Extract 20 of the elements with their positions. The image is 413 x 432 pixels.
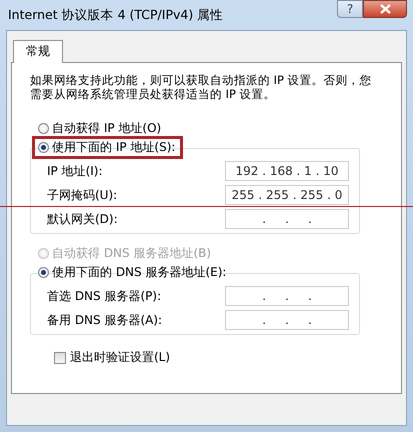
- ip-input-field[interactable]: . . .: [225, 209, 349, 229]
- help-button[interactable]: ?: [337, 0, 363, 18]
- ip-input-field[interactable]: . . .: [225, 310, 349, 330]
- radio-option[interactable]: 使用下面的 IP 地址(S):: [34, 138, 182, 157]
- field-label: 首选 DNS 服务器(P):: [47, 288, 162, 304]
- ip-input-field[interactable]: 192 . 168 . 1 . 10: [225, 161, 349, 181]
- ip-input-field[interactable]: . . .: [225, 286, 349, 306]
- validate-checkbox[interactable]: 退出时验证设置(L): [54, 349, 387, 366]
- radio-option[interactable]: 使用下面的 DNS 服务器地址(E):: [34, 263, 230, 282]
- field-label: 默认网关(D):: [47, 210, 118, 228]
- description-text: 如果网络支持此功能，则可以获取自动指派的 IP 设置。否则，您需要从网络系统管理员处获得适当的 IP 设置。: [30, 73, 373, 101]
- window-title: Internet 协议版本 4 (TCP/IPv4) 属性: [7, 6, 224, 24]
- tab[interactable]: 常规: [13, 40, 63, 63]
- close-button[interactable]: [363, 0, 407, 18]
- field-label: 子网掩码(U):: [47, 186, 118, 204]
- ip-input-field[interactable]: 255 . 255 . 255 . 0: [225, 185, 349, 205]
- field-label: 备用 DNS 服务器(A):: [47, 312, 162, 328]
- field-label: IP 地址(I):: [47, 162, 103, 180]
- close-icon: [380, 4, 390, 14]
- radio-option[interactable]: 自动获得 IP 地址(O): [34, 119, 166, 138]
